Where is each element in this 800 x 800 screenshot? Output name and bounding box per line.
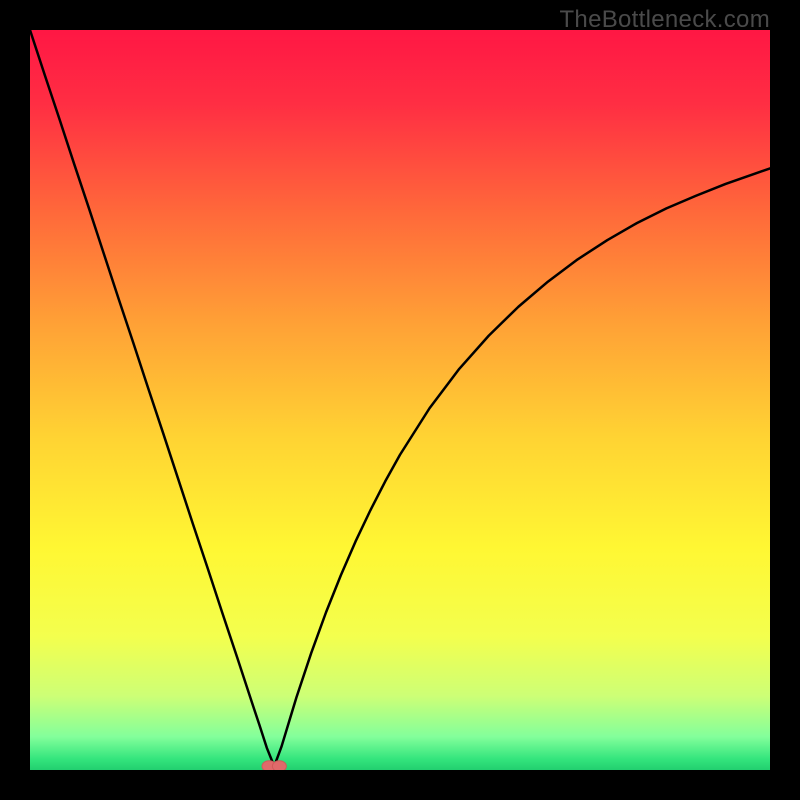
chart-frame: TheBottleneck.com [0,0,800,800]
chart-svg [30,30,770,770]
plot-area [30,30,770,770]
min-markers [262,761,286,770]
watermark-text: TheBottleneck.com [559,6,770,34]
gradient-background [30,30,770,770]
min-marker-dot [272,761,286,770]
